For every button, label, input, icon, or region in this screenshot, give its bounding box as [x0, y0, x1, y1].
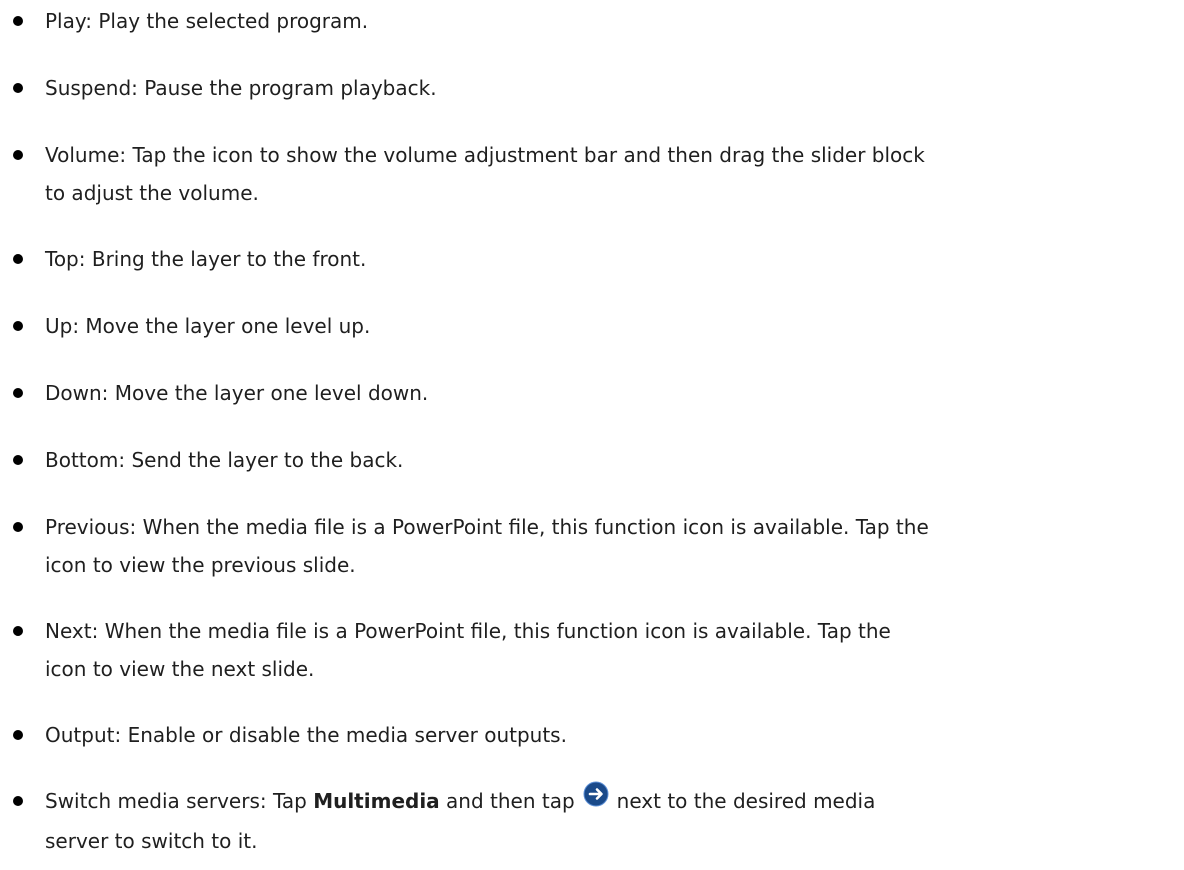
- bullet-dot: [13, 626, 23, 636]
- bullet-dot: [13, 730, 23, 740]
- line-1: Next: When the media file is a PowerPoin…: [45, 619, 891, 643]
- bullet-dot: [13, 254, 23, 264]
- multimedia-term: Multimedia: [313, 789, 440, 813]
- list-item-text: Volume: Tap the icon to show the volume …: [45, 136, 1170, 212]
- text-before: Switch media servers: Tap: [45, 789, 314, 813]
- line-1: Switch media servers: Tap Multimedia and…: [45, 781, 1170, 822]
- bullet-dot: [13, 321, 23, 331]
- list-item-text: Previous: When the media file is a Power…: [45, 508, 1170, 584]
- list-item-text: Top: Bring the layer to the front.: [45, 247, 367, 271]
- line-1: Volume: Tap the icon to show the volume …: [45, 143, 925, 167]
- list-item-text: Up: Move the layer one level up.: [45, 314, 371, 338]
- list-item-text: Play: Play the selected program.: [45, 9, 369, 33]
- text-middle: and then tap: [439, 789, 575, 813]
- bullet-dot: [13, 150, 23, 160]
- list-item-text: Suspend: Pause the program playback.: [45, 76, 437, 100]
- bullet-dot: [13, 522, 23, 532]
- bullet-dot: [13, 455, 23, 465]
- line-2: icon to view the previous slide.: [45, 553, 356, 577]
- list-item-text: Bottom: Send the layer to the back.: [45, 448, 404, 472]
- arrow-right-circle-icon: [583, 781, 609, 819]
- bullet-dot: [13, 83, 23, 93]
- list-item-text: Output: Enable or disable the media serv…: [45, 723, 567, 747]
- line-1: Previous: When the media file is a Power…: [45, 515, 929, 539]
- list-item-text: Switch media servers: Tap Multimedia and…: [45, 781, 1170, 860]
- line-2: server to switch to it.: [45, 828, 258, 853]
- bullet-dot: [13, 16, 23, 26]
- list-item-text: Down: Move the layer one level down.: [45, 381, 429, 405]
- bullet-dot: [13, 796, 23, 806]
- text-after: next to the desired media: [616, 789, 876, 813]
- line-2: to adjust the volume.: [45, 181, 259, 205]
- line-2: icon to view the next slide.: [45, 657, 315, 681]
- list-item-text: Next: When the media file is a PowerPoin…: [45, 612, 1170, 688]
- bullet-dot: [13, 388, 23, 398]
